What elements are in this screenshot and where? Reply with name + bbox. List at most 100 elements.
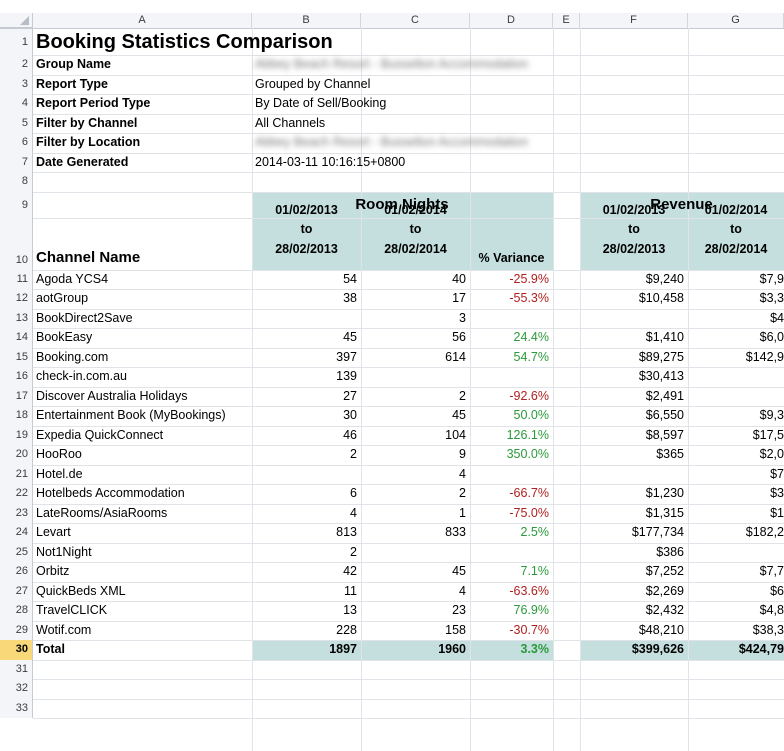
row-header-5[interactable]: 5 — [0, 113, 33, 133]
variance-cell: -92.6% — [509, 388, 549, 403]
room-nights-2013-cell: 228 — [336, 622, 357, 637]
room-nights-2014-cell: 3 — [459, 310, 466, 325]
row-header-33[interactable]: 33 — [0, 698, 33, 718]
row-header-6[interactable]: 6 — [0, 133, 33, 153]
row-header-28[interactable]: 28 — [0, 601, 33, 621]
room-nights-2013-cell: 139 — [336, 369, 357, 383]
row-header-25[interactable]: 25 — [0, 542, 33, 562]
revenue-period-2013-line: 28/02/2013 — [602, 241, 666, 256]
revenue-2013-cell: $9,240 — [645, 271, 684, 286]
row-header-7[interactable]: 7 — [0, 152, 33, 172]
row-header-9[interactable]: 9 — [0, 191, 33, 218]
revenue-2013-cell: $2,432 — [645, 603, 684, 617]
meta-label: Report Period Type — [36, 96, 151, 110]
total-label: Total — [36, 642, 65, 656]
channel-name-cell: TravelCLICK — [36, 603, 108, 617]
spreadsheet[interactable]: A B C D E F G 1 2 3 4 5 6 7 8 9 10 11 12 13 14 15 16 17 18 19 20 21… — [0, 0, 784, 751]
room-nights-2013-cell: 397 — [336, 349, 357, 364]
row-header-8[interactable]: 8 — [0, 172, 33, 192]
variance-cell: 2.5% — [520, 525, 550, 539]
revenue-2013-cell — [583, 309, 684, 329]
meta-label: Date Generated — [36, 154, 129, 169]
column-header-G[interactable]: G — [688, 13, 784, 28]
row-header-30[interactable]: 30 — [0, 640, 33, 660]
row-header-20[interactable]: 20 — [0, 445, 33, 465]
row-header-13[interactable]: 13 — [0, 308, 33, 328]
row-header-32[interactable]: 32 — [0, 679, 33, 699]
row-header-23[interactable]: 23 — [0, 503, 33, 523]
row-header-29[interactable]: 29 — [0, 620, 33, 640]
variance-cell — [473, 465, 549, 485]
room-nights-period-2013-line: 28/02/2013 — [275, 241, 338, 256]
column-header-C[interactable]: C — [361, 13, 470, 28]
channel-name-cell: Expedia QuickConnect — [36, 427, 164, 442]
row-header-12[interactable]: 12 — [0, 289, 33, 309]
variance-cell — [473, 367, 549, 387]
row-gridline — [33, 698, 784, 700]
row-header-1[interactable]: 1 — [0, 29, 33, 55]
revenue-2014-cell: $9,3 — [759, 408, 784, 422]
row-header-11[interactable]: 11 — [0, 269, 33, 289]
room-nights-period-2014-line: to — [409, 222, 422, 236]
row-header-26[interactable]: 26 — [0, 562, 33, 582]
meta-label: Filter by Channel — [36, 115, 138, 130]
column-header-D[interactable]: D — [470, 13, 553, 28]
column-gridline — [252, 28, 253, 751]
room-nights-2014-cell: 833 — [445, 525, 466, 539]
room-nights-period-2014-line: 28/02/2014 — [384, 241, 447, 256]
channel-name-cell: Hotelbeds Accommodation — [36, 486, 185, 500]
channel-name-cell: Hotel.de — [36, 466, 83, 481]
row-header-24[interactable]: 24 — [0, 523, 33, 543]
row-gridline — [33, 718, 784, 719]
channel-name-cell: QuickBeds XML — [36, 583, 126, 598]
row-header-18[interactable]: 18 — [0, 406, 33, 426]
room-nights-2013-cell: 4 — [350, 505, 357, 520]
room-nights-2013-cell — [255, 309, 357, 329]
revenue-2014-cell: $7,9 — [759, 271, 784, 286]
revenue-2013-cell: $7,252 — [645, 564, 684, 578]
revenue-period-2013-line: to — [628, 222, 640, 236]
variance-cell: -55.3% — [509, 291, 549, 305]
meta-value-redacted: Abbey Beach Resort - Busselton Accommoda… — [255, 57, 529, 71]
revenue-2013-cell: $8,597 — [645, 427, 684, 442]
revenue-2013-cell: $1,230 — [645, 486, 684, 500]
variance-cell: 7.1% — [520, 564, 550, 578]
revenue-2014-cell: $182,2 — [745, 525, 784, 539]
row-header-3[interactable]: 3 — [0, 74, 33, 94]
channel-name-cell: BookEasy — [36, 330, 93, 344]
column-header-E[interactable]: E — [553, 13, 580, 28]
row-header-15[interactable]: 15 — [0, 347, 33, 367]
room-nights-2014-cell: 1 — [459, 505, 466, 520]
column-header-F[interactable]: F — [580, 13, 688, 28]
room-nights-2014-cell: 158 — [445, 622, 466, 637]
revenue-2014-cell — [691, 543, 784, 563]
channel-name-cell: BookDirect2Save — [36, 310, 133, 325]
room-nights-2014-cell — [364, 543, 466, 563]
row-header-19[interactable]: 19 — [0, 425, 33, 445]
column-header-A[interactable]: A — [33, 13, 252, 28]
row-header-2[interactable]: 2 — [0, 55, 33, 75]
room-nights-period-2013-line: to — [300, 222, 313, 236]
total-room-nights-2014: 1960 — [438, 642, 466, 656]
revenue-2014-cell: $3,3 — [759, 291, 784, 305]
row-header-31[interactable]: 31 — [0, 659, 33, 679]
revenue-2014-cell: $4 — [770, 310, 784, 325]
row-header-4[interactable]: 4 — [0, 94, 33, 114]
room-nights-2013-cell: 42 — [343, 564, 357, 578]
row-header-27[interactable]: 27 — [0, 581, 33, 601]
row-header-21[interactable]: 21 — [0, 464, 33, 484]
room-nights-period-2013-line: 01/02/2013 — [275, 202, 338, 217]
row-header-17[interactable]: 17 — [0, 386, 33, 406]
row-header-22[interactable]: 22 — [0, 484, 33, 504]
room-nights-period-2014-line: 01/02/2014 — [384, 202, 447, 217]
room-nights-2013-cell: 30 — [343, 408, 357, 422]
meta-value: Grouped by Channel — [255, 76, 371, 91]
row-header-14[interactable]: 14 — [0, 328, 33, 348]
room-nights-2013-cell: 27 — [343, 388, 357, 403]
room-nights-2013-cell — [255, 465, 357, 485]
column-header-B[interactable]: B — [252, 13, 361, 28]
row-header-16[interactable]: 16 — [0, 367, 33, 387]
row-header-10[interactable]: 10 — [0, 217, 33, 270]
variance-cell: 50.0% — [513, 408, 549, 422]
revenue-2013-cell: $30,413 — [638, 369, 684, 383]
